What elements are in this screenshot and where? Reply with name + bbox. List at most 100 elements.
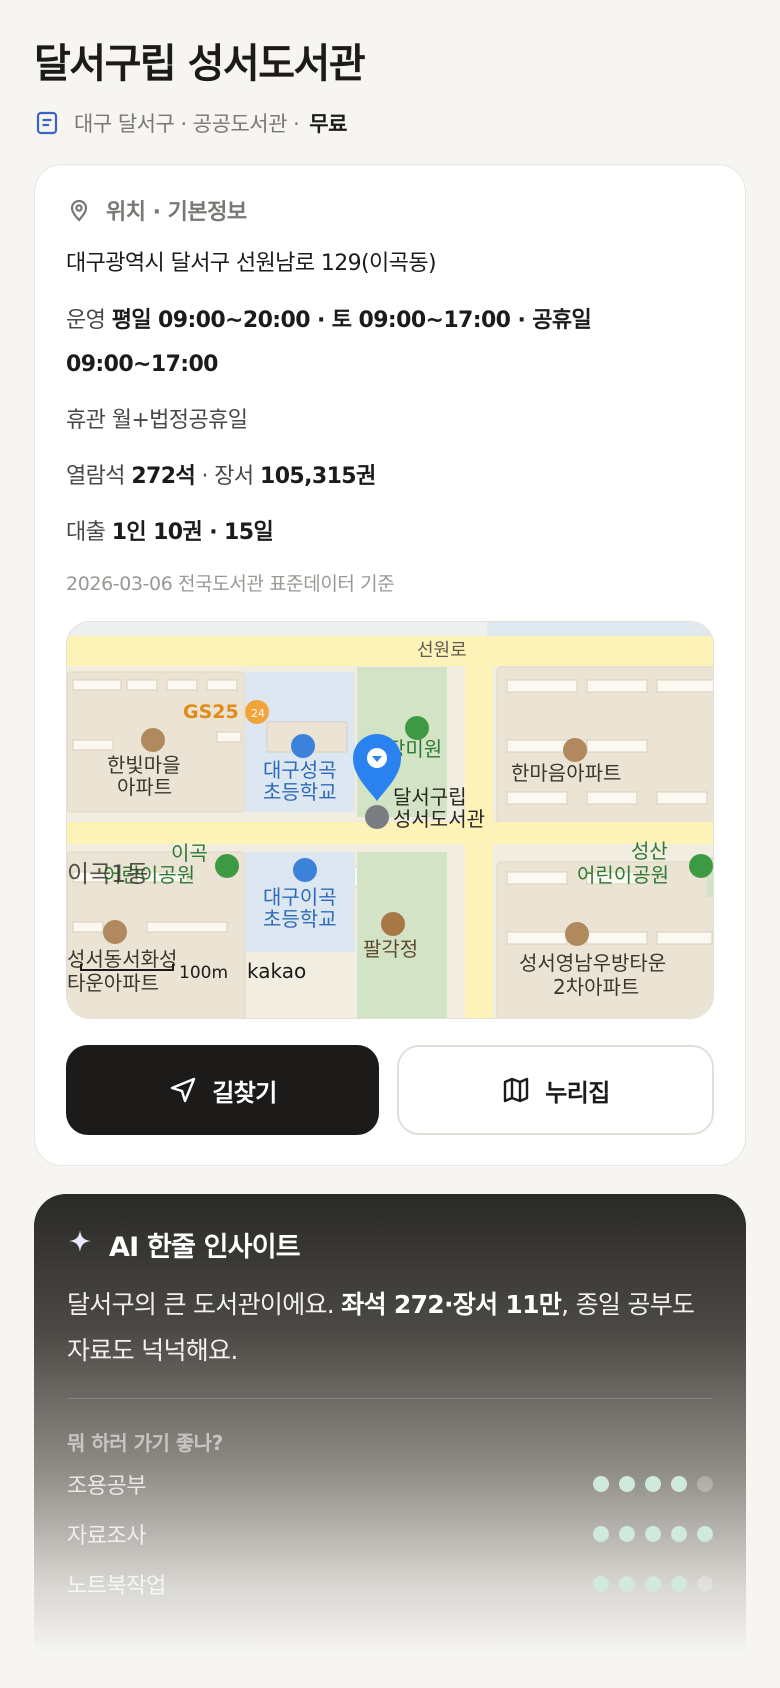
map-label-palgak: 팔각정: [363, 937, 418, 961]
suitability-label: 조용공부: [67, 1474, 146, 1499]
location-map[interactable]: 선원로 24 GS25 한빛마을 아파트 대구성곡 초등학교 장미원 한마음아파…: [66, 621, 714, 1019]
rating-dot: [645, 1576, 661, 1592]
books-value: 105,315권: [259, 464, 376, 489]
website-label: 누리집: [545, 1078, 610, 1107]
rating-dots: [593, 1476, 713, 1492]
rating-dot: [619, 1476, 635, 1492]
closed-label: 휴관: [66, 408, 106, 433]
map-label-road: 선원로: [417, 640, 467, 661]
suitability-title: 뭐 하러 가기 좋나?: [67, 1431, 223, 1455]
seats-label: 열람석: [66, 464, 126, 489]
park-icon: [215, 854, 239, 878]
rating-dot: [593, 1576, 609, 1592]
map-label-seongseo-2: 타운아파트: [67, 971, 159, 995]
map-label-park1-1: 이곡: [171, 841, 208, 865]
closed-value: 월+법정공휴일: [111, 408, 248, 433]
directions-button[interactable]: 길찾기: [66, 1045, 379, 1135]
map-icon: [504, 1077, 529, 1103]
meta-fee: 무료: [309, 112, 347, 136]
map-label-school1-1: 대구성곡: [263, 758, 337, 782]
map-label-library-1: 달서구립: [393, 785, 467, 809]
map-label-hanmaeum: 한마음아파트: [511, 761, 621, 785]
location-pin-icon: [66, 197, 92, 223]
ai-text-highlight: 좌석 272·장서 11만: [341, 1290, 562, 1319]
rating-dot: [645, 1526, 661, 1542]
rating-dot: [593, 1476, 609, 1492]
apartment-icon: [565, 922, 589, 946]
rating-dot: [619, 1526, 635, 1542]
suitability-row: 자료조사: [67, 1509, 713, 1559]
school-icon: [293, 858, 317, 882]
sparkle-icon: [67, 1228, 93, 1261]
map-label-hanbit-1: 한빛마을: [107, 753, 181, 777]
library-meta: 대구 달서구 · 공공도서관 · 무료: [34, 96, 746, 150]
map-label-youngnam-2: 2차아파트: [553, 975, 639, 999]
map-label-school1-2: 초등학교: [263, 780, 337, 804]
map-scale-label: 100m: [179, 963, 228, 983]
ai-insight-panel: AI 한줄 인사이트 달서구의 큰 도서관이에요. 좌석 272·장서 11만,…: [34, 1194, 746, 1654]
info-card: 위치 · 기본정보 대구광역시 달서구 선원남로 129(이곡동) 운영 평일 …: [34, 164, 746, 1166]
map-label-library-2: 성서도서관: [393, 807, 485, 831]
rating-dot: [697, 1526, 713, 1542]
loan-row: 대출 1인 10권 · 15일: [66, 511, 714, 555]
loan-label: 대출: [66, 520, 106, 545]
map-brand-logo: kakao: [247, 959, 306, 983]
address-text: 대구광역시 달서구 선원남로 129(이곡동): [66, 251, 437, 276]
ai-insight-title: AI 한줄 인사이트: [109, 1231, 301, 1263]
rating-dot: [619, 1576, 635, 1592]
map-label-school2-1: 대구이곡: [263, 885, 337, 909]
apartment-icon: [563, 738, 587, 762]
section-label: 위치 · 기본정보: [106, 200, 247, 225]
suitability-label: 노트북작업: [67, 1574, 166, 1599]
navigation-arrow-icon: [171, 1077, 196, 1103]
website-button[interactable]: 누리집: [397, 1045, 714, 1135]
map-label-school2-2: 초등학교: [263, 907, 337, 931]
meta-region: 대구 달서구 · 공공도서관 ·: [74, 112, 300, 136]
ai-insight-text: 달서구의 큰 도서관이에요. 좌석 272·장서 11만, 종일 공부도 자료도…: [67, 1282, 713, 1374]
apartment-icon: [141, 728, 165, 752]
books-label: · 장서: [201, 464, 255, 489]
seats-value: 272석: [131, 464, 196, 489]
suitability-row: 조용공부: [67, 1459, 713, 1509]
ai-insight-header: AI 한줄 인사이트: [67, 1224, 713, 1264]
map-label-youngnam-1: 성서영남우방타운: [519, 951, 666, 975]
action-buttons: 길찾기 누리집: [66, 1045, 714, 1135]
library-icon: [365, 805, 389, 829]
loan-value: 1인 10권 · 15일: [111, 520, 274, 545]
document-icon: [34, 110, 60, 136]
map-label-seongsan-1: 성산: [631, 839, 668, 863]
school-icon: [291, 734, 315, 758]
suitability-label: 자료조사: [67, 1524, 146, 1549]
suitability-list: 조용공부자료조사노트북작업: [67, 1459, 713, 1609]
map-label-seongseo: 성서동서화성: [67, 947, 177, 971]
hours-value: 평일 09:00~20:00 · 토 09:00~17:00 · 공휴일 09:…: [66, 308, 592, 377]
rating-dot: [671, 1576, 687, 1592]
apartment-icon: [103, 920, 127, 944]
map-label-igok: 이곡1동: [67, 860, 149, 888]
svg-text:24: 24: [251, 707, 265, 720]
rating-dot: [697, 1576, 713, 1592]
rating-dot: [671, 1526, 687, 1542]
data-reference: 2026-03-06 전국도서관 표준데이터 기준: [66, 573, 395, 595]
closed-row: 휴관 월+법정공휴일: [66, 399, 714, 443]
section-header-location: 위치 · 기본정보: [66, 195, 714, 225]
rating-dot: [697, 1476, 713, 1492]
suitability-row: 노트북작업: [67, 1559, 713, 1609]
divider: [67, 1398, 713, 1399]
map-label-hanbit-2: 아파트: [117, 775, 172, 799]
hours-row: 운영 평일 09:00~20:00 · 토 09:00~17:00 · 공휴일 …: [66, 299, 714, 387]
capacity-row: 열람석 272석 · 장서 105,315권: [66, 455, 714, 499]
directions-label: 길찾기: [212, 1078, 277, 1107]
rating-dots: [593, 1526, 713, 1542]
rating-dot: [645, 1476, 661, 1492]
hours-label: 운영: [66, 308, 106, 333]
map-label-seongsan-2: 어린이공원: [577, 863, 669, 887]
ai-text-part-1: 달서구의 큰 도서관이에요.: [67, 1290, 342, 1319]
page-title: 달서구립 성서도서관: [34, 41, 366, 87]
rating-dot: [593, 1526, 609, 1542]
rating-dots: [593, 1576, 713, 1592]
map-label-gs25: GS25: [183, 701, 239, 723]
rating-dot: [671, 1476, 687, 1492]
park-icon: [689, 854, 713, 878]
pavilion-icon: [381, 912, 405, 936]
